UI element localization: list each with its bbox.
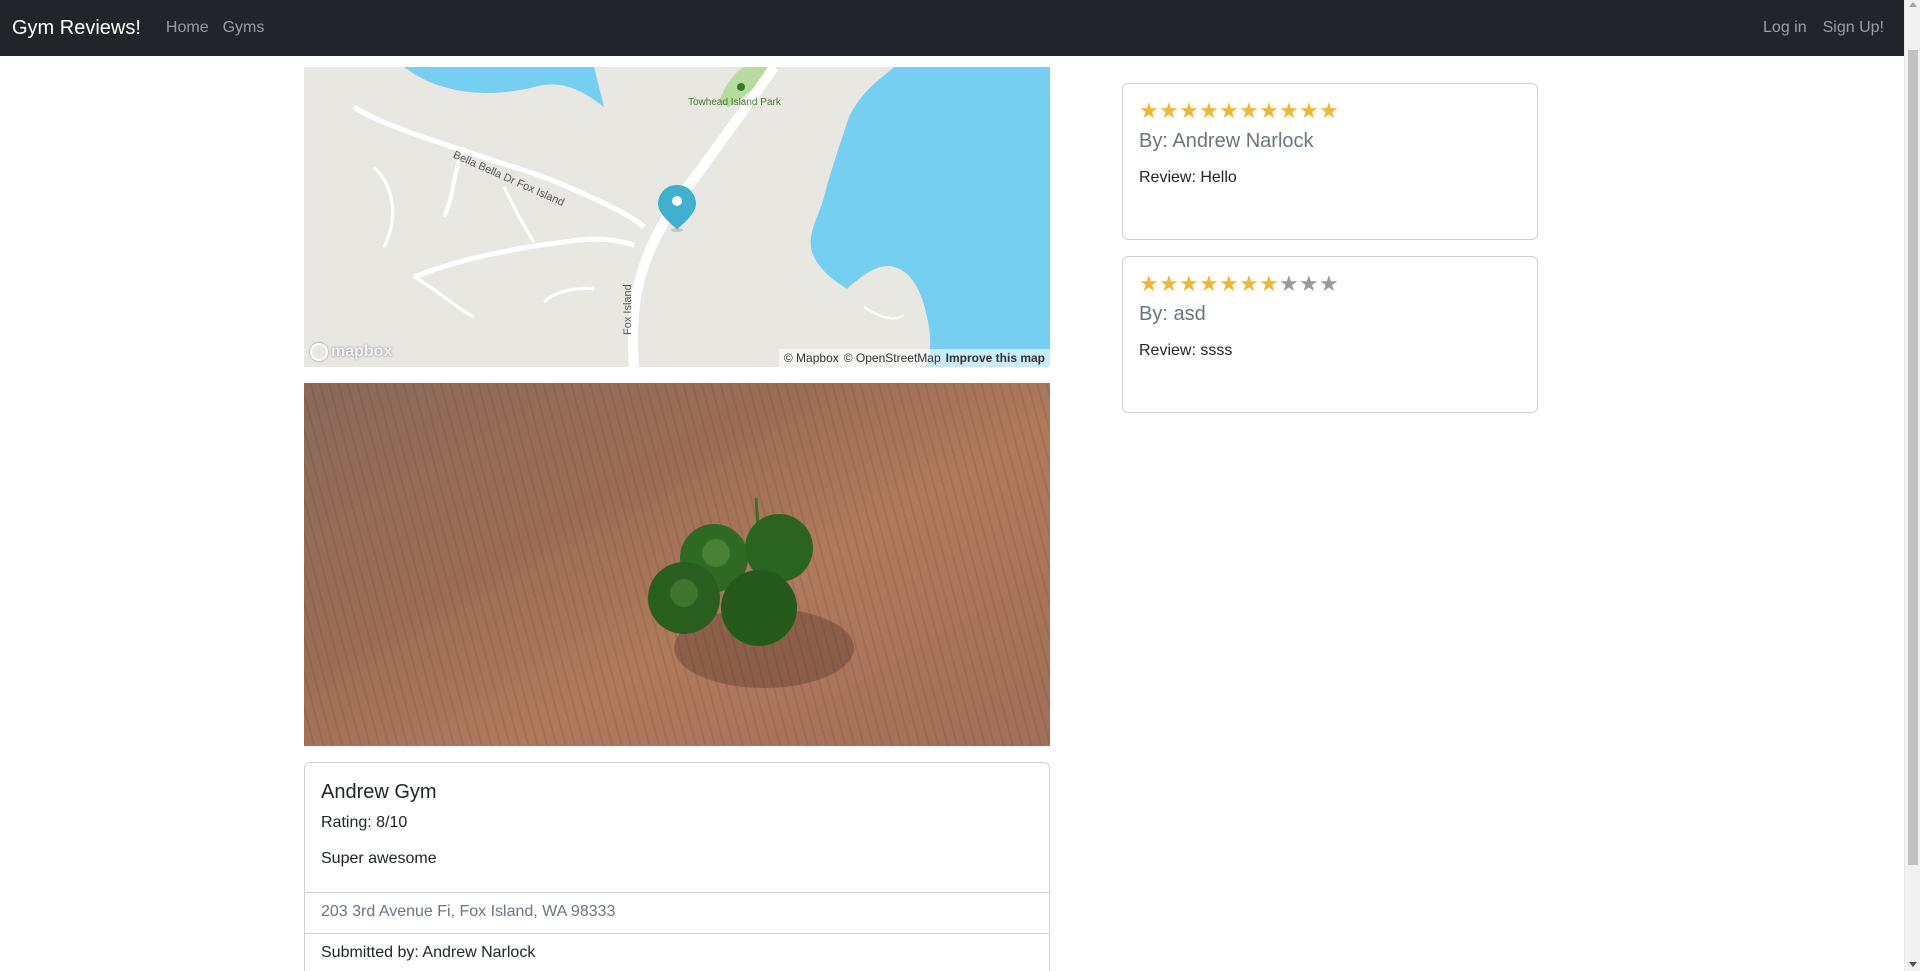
- gym-details-card: Andrew Gym Rating: 8/10 Super awesome 20…: [304, 762, 1050, 971]
- mapbox-logo-icon: [310, 343, 328, 361]
- star-filled-icon: ★: [1159, 271, 1179, 296]
- star-filled-icon: ★: [1239, 98, 1259, 123]
- star-empty-icon: ★: [1319, 271, 1339, 296]
- star-filled-icon: ★: [1239, 271, 1259, 296]
- review-author: By: Andrew Narlock: [1139, 130, 1314, 152]
- star-filled-icon: ★: [1279, 98, 1299, 123]
- gym-address: 203 3rd Avenue Fi, Fox Island, WA 98333: [305, 892, 1049, 933]
- gym-description: Super awesome: [321, 850, 437, 867]
- star-filled-icon: ★: [1259, 98, 1279, 123]
- gym-submitted-by: Submitted by: Andrew Narlock: [305, 933, 1049, 971]
- star-empty-icon: ★: [1279, 271, 1299, 296]
- star-filled-icon: ★: [1319, 98, 1339, 123]
- star-filled-icon: ★: [1259, 271, 1279, 296]
- review-card: ★ ★ ★ ★ ★ ★ ★ ★ ★ ★ By: Andrew Narlock Review: He…: [1122, 83, 1538, 240]
- scroll-up-arrow-icon[interactable]: [1909, 2, 1917, 7]
- login-link[interactable]: Log in: [1763, 19, 1807, 37]
- gym-rating: Rating: 8/10: [321, 814, 408, 831]
- review-author: By: asd: [1139, 303, 1206, 325]
- brand-link[interactable]: Gym Reviews!: [12, 17, 141, 40]
- navbar: Gym Reviews! Home Gyms Log in Sign Up!: [0, 0, 1904, 56]
- scroll-down-arrow-icon[interactable]: [1909, 962, 1917, 967]
- improve-map-link[interactable]: Improve this map: [946, 351, 1045, 365]
- star-filled-icon: ★: [1299, 98, 1319, 123]
- review-text: Review: ssss: [1139, 342, 1233, 359]
- gym-card-body: Andrew Gym Rating: 8/10 Super awesome: [305, 763, 1049, 892]
- map-attribution: © Mapbox © OpenStreetMap Improve this ma…: [778, 349, 1050, 367]
- scroll-thumb[interactable]: [1908, 50, 1918, 865]
- map-label-road: Fox Island: [622, 284, 634, 335]
- gym-title: Andrew Gym: [321, 781, 437, 803]
- gym-map[interactable]: Towhead Island Park Bella Bella Dr Fox I…: [304, 67, 1050, 367]
- nav-home-link[interactable]: Home: [166, 19, 209, 37]
- map-label-park: Towhead Island Park: [688, 97, 781, 108]
- star-filled-icon: ★: [1219, 271, 1239, 296]
- nav-gyms-link[interactable]: Gyms: [223, 19, 265, 37]
- map-canvas: [352, 67, 1050, 367]
- star-rating: ★ ★ ★ ★ ★ ★ ★ ★ ★ ★: [1139, 273, 1521, 295]
- star-filled-icon: ★: [1179, 271, 1199, 296]
- star-filled-icon: ★: [1219, 98, 1239, 123]
- attribution-osm-link[interactable]: © OpenStreetMap: [844, 351, 941, 365]
- signup-link[interactable]: Sign Up!: [1823, 19, 1884, 37]
- star-filled-icon: ★: [1159, 98, 1179, 123]
- mapbox-logo[interactable]: mapbox: [310, 343, 392, 361]
- star-filled-icon: ★: [1179, 98, 1199, 123]
- mapbox-logo-text: mapbox: [331, 343, 393, 360]
- star-filled-icon: ★: [1199, 98, 1219, 123]
- star-empty-icon: ★: [1299, 271, 1319, 296]
- page-scrollbar[interactable]: [1904, 0, 1920, 971]
- attribution-mapbox-link[interactable]: © Mapbox: [784, 351, 839, 365]
- gym-photo: [304, 383, 1050, 746]
- star-rating: ★ ★ ★ ★ ★ ★ ★ ★ ★ ★: [1139, 100, 1521, 122]
- star-filled-icon: ★: [1139, 98, 1159, 123]
- clover-image-icon: [648, 497, 854, 688]
- star-filled-icon: ★: [1139, 271, 1159, 296]
- auth-links: Log in Sign Up!: [1763, 19, 1884, 37]
- review-card: ★ ★ ★ ★ ★ ★ ★ ★ ★ ★ By: asd Review: ssss: [1122, 256, 1538, 413]
- star-filled-icon: ★: [1199, 271, 1219, 296]
- review-text: Review: Hello: [1139, 169, 1237, 186]
